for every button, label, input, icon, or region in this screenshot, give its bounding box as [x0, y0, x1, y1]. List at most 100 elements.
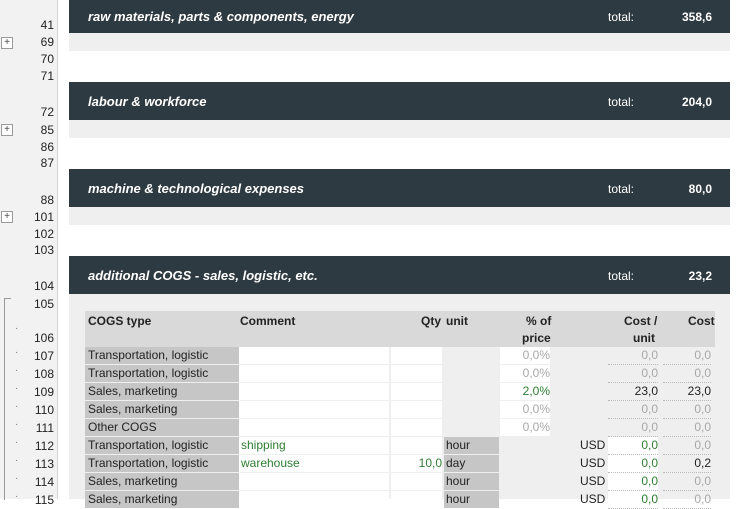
row-number[interactable]: 102	[30, 227, 54, 241]
pct-of-price-cell[interactable]: 0,0%	[500, 419, 550, 436]
cost-per-unit-cell[interactable]: 0,0	[608, 365, 658, 383]
comment-cell[interactable]	[239, 347, 389, 364]
cogs-type-cell[interactable]: Sales, marketing	[85, 473, 239, 490]
cost-per-unit-cell[interactable]: 0,0	[608, 455, 658, 473]
total-value: 80,0	[688, 182, 712, 196]
expand-group-icon[interactable]: +	[1, 37, 13, 49]
pct-of-price-cell[interactable]: 2,0%	[500, 383, 550, 400]
qty-cell[interactable]	[391, 383, 442, 400]
comment-cell[interactable]: shipping	[239, 437, 389, 454]
comment-cell[interactable]	[239, 401, 389, 418]
row-number[interactable]: 105	[30, 297, 54, 311]
cost-cell[interactable]: 0,0	[663, 419, 711, 437]
row-number[interactable]: 106	[30, 331, 54, 345]
comment-cell[interactable]	[239, 473, 389, 490]
row-number[interactable]: 86	[30, 140, 54, 154]
qty-cell[interactable]	[391, 491, 442, 508]
qty-cell[interactable]	[391, 365, 442, 382]
row-number[interactable]: 88	[30, 193, 54, 207]
row-number[interactable]: 110	[30, 403, 54, 417]
section-spacer	[69, 33, 730, 51]
cogs-type-cell[interactable]: Sales, marketing	[85, 383, 239, 400]
pct-of-price-cell[interactable]: 0,0%	[500, 365, 550, 382]
row-number[interactable]: 107	[30, 349, 54, 363]
row-number[interactable]: 71	[30, 69, 54, 83]
qty-cell[interactable]	[391, 473, 442, 490]
comment-cell[interactable]: warehouse	[239, 455, 389, 472]
unit-cell[interactable]: hour	[444, 491, 499, 508]
row-number[interactable]: 111	[30, 421, 54, 435]
comment-cell[interactable]	[239, 419, 389, 436]
section-spacer	[69, 120, 730, 138]
cost-cell[interactable]: 0,0	[663, 365, 711, 383]
section-header-additional-cogs: additional COGS - sales, logistic, etc. …	[69, 256, 730, 294]
expand-group-icon[interactable]: +	[1, 124, 13, 136]
comment-cell[interactable]	[239, 365, 389, 382]
col-header-cpu-line1: Cost /	[624, 314, 658, 328]
cogs-type-cell[interactable]: Other COGS	[85, 419, 239, 436]
row-number[interactable]: 72	[30, 105, 54, 119]
section-title: raw materials, parts & components, energ…	[88, 9, 354, 24]
cost-cell[interactable]: 0,0	[663, 473, 711, 491]
col-header-unit: unit	[446, 314, 468, 328]
unit-cell[interactable]: day	[444, 455, 499, 472]
cogs-type-cell[interactable]: Transportation, logistic	[85, 437, 239, 454]
pct-of-price-cell[interactable]: 0,0%	[500, 401, 550, 418]
cogs-type-cell[interactable]: Transportation, logistic	[85, 455, 239, 472]
cost-per-unit-cell[interactable]: 0,0	[608, 419, 658, 437]
cost-per-unit-cell[interactable]: 0,0	[608, 491, 658, 509]
unit-cell[interactable]: hour	[444, 437, 499, 454]
comment-cell[interactable]	[239, 491, 389, 508]
outline-dot: ·	[15, 401, 19, 412]
cost-cell[interactable]: 23,0	[663, 383, 711, 401]
row-number[interactable]: 113	[30, 457, 54, 471]
currency-cell[interactable]: USD	[580, 437, 606, 454]
outline-dot: ·	[15, 347, 19, 358]
section-spacer	[69, 207, 730, 225]
section-title: additional COGS - sales, logistic, etc.	[88, 268, 318, 283]
qty-cell[interactable]	[391, 419, 442, 436]
col-header-pct-line1: % of	[526, 314, 552, 328]
row-number[interactable]: 103	[30, 243, 54, 257]
cost-per-unit-cell[interactable]: 0,0	[608, 347, 658, 365]
row-number[interactable]: 104	[30, 279, 54, 293]
qty-cell[interactable]	[391, 347, 442, 364]
cogs-type-cell[interactable]: Sales, marketing	[85, 401, 239, 418]
currency-cell[interactable]: USD	[580, 491, 606, 508]
cogs-type-cell[interactable]: Transportation, logistic	[85, 347, 239, 364]
section-header-raw-materials: raw materials, parts & components, energ…	[69, 0, 730, 33]
row-number[interactable]: 112	[30, 439, 54, 453]
cost-per-unit-cell[interactable]: 0,0	[608, 401, 658, 419]
pct-of-price-cell[interactable]: 0,0%	[500, 347, 550, 364]
cost-cell[interactable]: 0,0	[663, 437, 711, 455]
qty-cell[interactable]	[391, 401, 442, 418]
cogs-table-header: COGS type Comment Qty unit % of price Co…	[85, 311, 715, 347]
row-number[interactable]: 114	[30, 475, 54, 489]
currency-cell[interactable]: USD	[580, 455, 606, 472]
row-number[interactable]: 108	[30, 367, 54, 381]
row-number[interactable]: 41	[30, 18, 54, 32]
row-number[interactable]: 69	[30, 35, 54, 49]
cost-cell[interactable]: 0,0	[663, 347, 711, 365]
row-number[interactable]: 115	[30, 493, 54, 507]
row-number[interactable]: 87	[30, 156, 54, 170]
comment-cell[interactable]	[239, 383, 389, 400]
cost-cell[interactable]: 0,2	[663, 455, 711, 473]
unit-cell[interactable]: hour	[444, 473, 499, 490]
cost-per-unit-cell[interactable]: 0,0	[608, 473, 658, 491]
expand-group-icon[interactable]: +	[1, 211, 13, 223]
row-number[interactable]: 109	[30, 385, 54, 399]
row-number[interactable]: 70	[30, 52, 54, 66]
qty-cell[interactable]: 10,0	[391, 455, 442, 472]
outline-dot: ·	[15, 455, 19, 466]
cost-per-unit-cell[interactable]: 0,0	[608, 437, 658, 455]
row-number[interactable]: 85	[30, 123, 54, 137]
cogs-type-cell[interactable]: Transportation, logistic	[85, 365, 239, 382]
qty-cell[interactable]	[391, 437, 442, 454]
cogs-type-cell[interactable]: Sales, marketing	[85, 491, 239, 508]
currency-cell[interactable]: USD	[580, 473, 606, 490]
cost-cell[interactable]: 0,0	[663, 491, 711, 509]
cost-cell[interactable]: 0,0	[663, 401, 711, 419]
row-number[interactable]: 101	[30, 210, 54, 224]
cost-per-unit-cell[interactable]: 23,0	[608, 383, 658, 401]
